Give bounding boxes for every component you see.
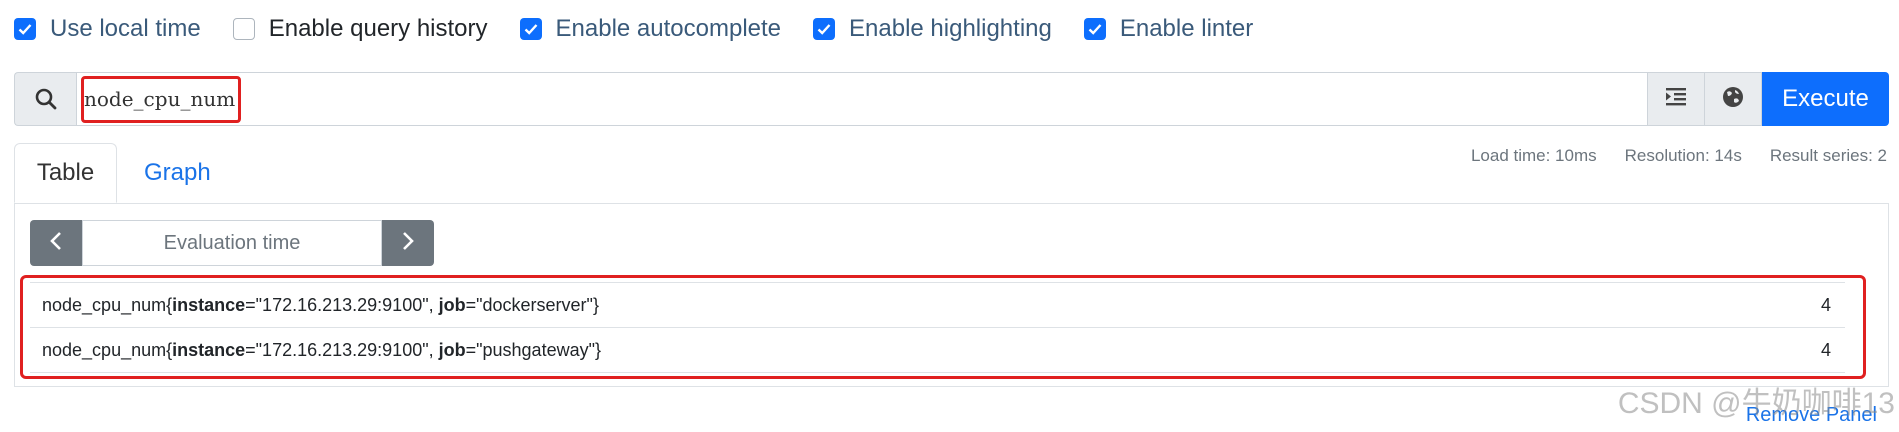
- results-highlight-box: [20, 275, 1866, 379]
- option-label: Enable query history: [268, 15, 488, 42]
- globe-icon: [1721, 85, 1745, 114]
- checkbox-checked-icon[interactable]: [14, 18, 36, 40]
- option-label: Enable linter: [1119, 15, 1254, 42]
- checkbox-checked-icon[interactable]: [1083, 18, 1106, 40]
- execute-button[interactable]: Execute: [1762, 72, 1889, 126]
- query-options: Use local time Enable query history Enab…: [14, 14, 1285, 44]
- load-time: Load time: 10ms: [1470, 146, 1597, 165]
- resolution: Resolution: 14s: [1624, 146, 1742, 165]
- option-label: Enable autocomplete: [555, 15, 782, 42]
- evaluation-time-input[interactable]: Evaluation time: [82, 220, 382, 266]
- result-series: Result series: 2: [1769, 146, 1887, 165]
- query-stats: Load time: 10ms Resolution: 14s Result s…: [1443, 146, 1887, 166]
- option-enable-highlighting[interactable]: Enable highlighting: [813, 14, 1052, 44]
- option-enable-linter[interactable]: Enable linter: [1083, 14, 1254, 44]
- chevron-left-icon: [49, 231, 63, 256]
- query-bar: Execute: [14, 72, 1889, 126]
- checkbox-checked-icon[interactable]: [519, 18, 542, 40]
- option-enable-query-history[interactable]: Enable query history: [232, 14, 488, 44]
- tab-table[interactable]: Table: [14, 143, 117, 203]
- search-icon: [14, 72, 76, 126]
- evaluation-time-control: Evaluation time: [30, 220, 434, 266]
- checkbox-unchecked-icon[interactable]: [232, 18, 255, 40]
- option-enable-autocomplete[interactable]: Enable autocomplete: [519, 14, 782, 44]
- option-use-local-time[interactable]: Use local time: [14, 14, 201, 44]
- query-highlight-box: [81, 76, 241, 123]
- next-time-button[interactable]: [382, 220, 434, 266]
- metrics-explorer-button[interactable]: [1705, 72, 1762, 126]
- previous-time-button[interactable]: [30, 220, 82, 266]
- option-label: Use local time: [50, 15, 201, 42]
- query-expression-input[interactable]: [76, 72, 1648, 126]
- watermark: CSDN @牛奶咖啡13: [1617, 387, 1895, 420]
- checkbox-checked-icon[interactable]: [813, 18, 836, 40]
- tab-graph[interactable]: Graph: [144, 143, 211, 203]
- format-expression-button[interactable]: [1648, 72, 1705, 126]
- option-label: Enable highlighting: [849, 15, 1052, 42]
- chevron-right-icon: [401, 231, 415, 256]
- indent-icon: [1664, 86, 1688, 113]
